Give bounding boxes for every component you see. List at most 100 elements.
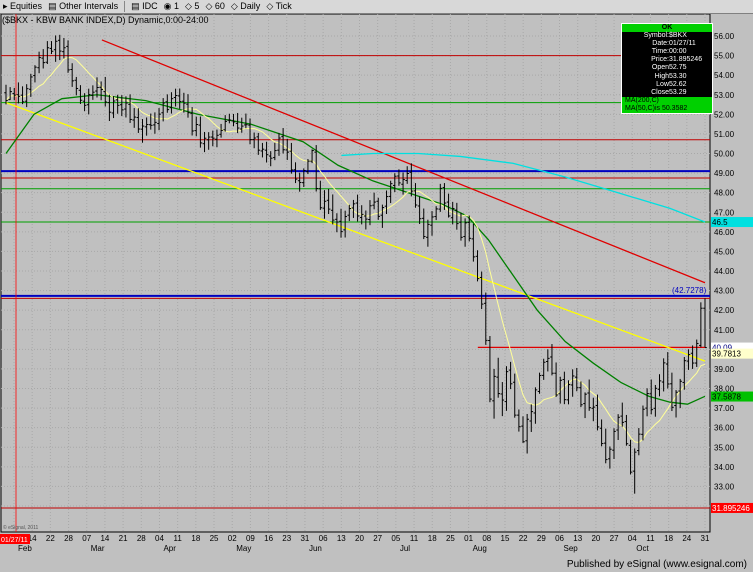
legend-row: Close 53.29 — [622, 89, 712, 97]
toolbar-label: Other Intervals — [59, 1, 119, 11]
x-tick-label: 13 — [573, 534, 582, 543]
toolbar-icon: ◇ — [205, 1, 215, 11]
legend-value: 53.30 — [669, 72, 687, 80]
daily-button[interactable]: ◇ Daily — [231, 1, 260, 12]
toolbar-icon: ◇ — [185, 1, 195, 11]
idc-button[interactable]: ▤ IDC — [131, 1, 158, 12]
month-label: Aug — [473, 544, 487, 553]
price-box-label: 31.895246 — [712, 504, 750, 513]
price-box-label: 37.5878 — [712, 393, 741, 402]
x-tick-label: 01 — [464, 534, 473, 543]
equities-dropdown[interactable]: ▸ Equities — [3, 1, 42, 12]
toolbar-icon: ▸ — [3, 1, 11, 11]
x-tick-label: 05 — [391, 534, 400, 543]
month-label: Sep — [564, 544, 579, 553]
y-tick-label: 43.00 — [714, 287, 735, 296]
y-tick-label: 36.00 — [714, 424, 735, 433]
toolbar-icon: ▤ — [131, 1, 143, 11]
x-tick-label: 23 — [282, 534, 291, 543]
x-tick-label: 28 — [137, 534, 146, 543]
legend-value: 53.29 — [669, 88, 687, 96]
toolbar-icon: ◇ — [230, 1, 241, 11]
x-tick-label: 06 — [555, 534, 564, 543]
legend-value: $BKX — [669, 32, 687, 40]
legend-header: OK — [622, 24, 712, 33]
x-tick-label: 08 — [482, 534, 491, 543]
x-tick-label: 29 — [537, 534, 546, 543]
tick-button[interactable]: ◇ Tick — [266, 1, 291, 12]
other-intervals-dropdown[interactable]: ▤ Other Intervals — [48, 1, 118, 12]
price-box-label: 39.7813 — [712, 350, 741, 359]
toolbar-separator — [124, 1, 126, 12]
legend-value: 31.895246 — [669, 56, 703, 64]
x-tick-label: 09 — [246, 534, 255, 543]
y-tick-label: 56.00 — [714, 32, 735, 41]
month-label: Apr — [163, 544, 176, 553]
toolbar-label: 60 — [214, 1, 225, 11]
legend-key: High — [654, 72, 669, 80]
interval-1-button[interactable]: ◉ 1 — [164, 1, 179, 12]
toolbar-icon: ▤ — [48, 1, 60, 11]
y-tick-label: 37.00 — [714, 404, 735, 413]
month-label: Oct — [636, 544, 649, 553]
month-label: May — [236, 544, 251, 553]
chart-title: ($BKX - KBW BANK INDEX,D) Dynamic,0:00-2… — [2, 15, 209, 25]
month-label: Feb — [18, 544, 32, 553]
toolbar: ▸ Equities ▤ Other Intervals ▤ IDC ◉ 1 ◇ 5 ◇ … — [0, 0, 753, 14]
legend-key: Open — [651, 64, 669, 72]
legend-row: Symbol: $BKX — [622, 32, 712, 40]
month-label: Jul — [400, 544, 410, 553]
legend-ma-row: MA(50,C)is 50.3582 — [622, 104, 712, 114]
legend-key: Low — [656, 80, 669, 88]
date-box-label: 01/27/11 — [1, 537, 28, 544]
x-tick-label: 22 — [46, 534, 55, 543]
y-tick-label: 42.00 — [714, 306, 735, 315]
legend-value: 52.62 — [669, 80, 687, 88]
x-tick-label: 27 — [373, 534, 382, 543]
x-tick-label: 14 — [100, 534, 109, 543]
x-tick-label: 24 — [682, 534, 691, 543]
legend-key: Time: — [651, 48, 669, 56]
x-tick-label: 18 — [664, 534, 673, 543]
interval-60-button[interactable]: ◇ 60 — [205, 1, 224, 12]
x-tick-label: 06 — [319, 534, 328, 543]
x-tick-label: 11 — [410, 534, 419, 543]
y-tick-label: 35.00 — [714, 443, 735, 452]
legend-key: Date: — [652, 40, 669, 48]
x-tick-label: 11 — [174, 534, 183, 543]
legend-row: Time: 00:00 — [622, 48, 712, 56]
y-tick-label: 34.00 — [714, 463, 735, 472]
x-tick-label: 07 — [82, 534, 91, 543]
x-tick-label: 20 — [591, 534, 600, 543]
y-tick-label: 48.00 — [714, 189, 735, 198]
legend-value: 01/27/11 — [669, 40, 696, 48]
y-tick-label: 54.00 — [714, 71, 735, 80]
x-tick-label: 22 — [519, 534, 528, 543]
legend-key: Symbol: — [643, 32, 669, 40]
legend-key: Close — [651, 88, 669, 96]
toolbar-label: IDC — [142, 1, 158, 11]
toolbar-label: Daily — [240, 1, 261, 11]
y-tick-label: 51.00 — [714, 130, 735, 139]
x-tick-label: 28 — [64, 534, 73, 543]
y-tick-label: 49.00 — [714, 169, 735, 178]
x-tick-label: 18 — [428, 534, 437, 543]
x-tick-label: 20 — [355, 534, 364, 543]
y-tick-label: 39.00 — [714, 365, 735, 374]
y-tick-label: 46.00 — [714, 228, 735, 237]
x-tick-label: 02 — [228, 534, 237, 543]
level-annotation: (42.7278) — [672, 286, 707, 295]
x-tick-label: 04 — [628, 534, 637, 543]
x-tick-label: 15 — [501, 534, 510, 543]
x-tick-label: 21 — [119, 534, 128, 543]
x-tick-label: 27 — [610, 534, 619, 543]
legend-value: 00:00 — [669, 48, 687, 56]
legend-row: Price: 31.895246 — [622, 56, 712, 64]
x-tick-label: 25 — [446, 534, 455, 543]
y-tick-label: 53.00 — [714, 91, 735, 100]
y-tick-label: 50.00 — [714, 150, 735, 159]
y-tick-label: 52.00 — [714, 110, 735, 119]
interval-5-button[interactable]: ◇ 5 — [185, 1, 199, 12]
toolbar-label: 1 — [173, 1, 179, 11]
y-tick-label: 45.00 — [714, 247, 735, 256]
